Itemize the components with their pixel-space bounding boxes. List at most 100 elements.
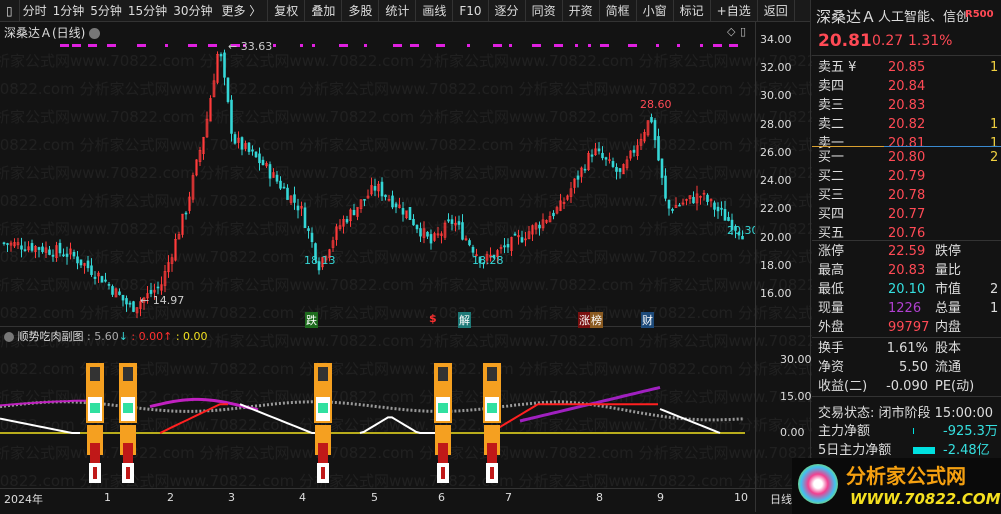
panel-divider — [810, 0, 811, 514]
candle — [506, 244, 510, 248]
candle — [58, 242, 62, 254]
candle — [720, 207, 723, 210]
signal-mark — [729, 44, 738, 47]
price-annotation: 18.13 — [304, 254, 336, 267]
price-tick: 20.00 — [760, 230, 792, 244]
signal-mark — [312, 44, 315, 47]
candle — [100, 276, 104, 283]
signal-mark — [554, 44, 563, 47]
price-annotation: 20.30 — [727, 224, 755, 237]
candle — [118, 291, 121, 295]
signal-mark — [588, 44, 591, 47]
signal-mark — [273, 44, 276, 47]
candlestick-chart[interactable]: ← 33.63 ← 14.97 28.60 18.13 18.28 20.30 — [0, 22, 755, 326]
signal-mark — [364, 44, 367, 47]
candle — [415, 224, 419, 230]
stat-label-2: 跌停 — [935, 244, 962, 259]
order-price: 20.82 — [888, 117, 926, 132]
candle — [48, 249, 51, 255]
candle — [41, 246, 44, 253]
sub-indicator-chart[interactable] — [0, 345, 755, 487]
candle — [268, 164, 272, 179]
signal-mark — [436, 44, 445, 47]
candle — [664, 175, 667, 199]
candle — [307, 228, 310, 231]
robot-signal-icon — [479, 363, 505, 485]
logo-text: 分析家公式网 — [846, 464, 966, 488]
collapse-icon[interactable] — [4, 332, 14, 342]
stat-label: 涨停 — [818, 244, 845, 259]
quote-panel: 深桑达Ａ 人工智能、信创 R500 20.81 0.27 1.31% 卖五 ¥ 2… — [792, 0, 1001, 514]
candle — [261, 159, 265, 166]
flow-value: -925.3万 — [943, 424, 998, 439]
order-price: 20.77 — [888, 207, 926, 222]
period-label[interactable]: 日线 — [770, 491, 792, 507]
stat-label: 净资 — [818, 360, 845, 375]
candle — [373, 186, 377, 191]
r500-badge: R500 — [965, 9, 994, 20]
candle — [611, 161, 615, 167]
trading-status: 闭市阶段 15:00:00 — [878, 406, 994, 421]
order-book-row: 买一 20.80 2 — [818, 148, 1001, 167]
candle — [279, 180, 282, 189]
stat-value: 20.10 — [888, 282, 926, 297]
candle — [286, 187, 289, 200]
sub-axis-tick: 0.00 — [780, 426, 805, 439]
candle — [632, 149, 636, 153]
candle — [293, 194, 296, 203]
candle — [604, 157, 608, 160]
stat-label-2: 内盘 — [935, 320, 962, 335]
robot-signal-icon — [115, 363, 141, 485]
flow-bar — [913, 447, 935, 454]
signal-mark — [656, 44, 659, 47]
candle — [723, 208, 727, 221]
event-tag[interactable]: $ — [428, 312, 438, 325]
price-tick: 28.00 — [760, 117, 792, 131]
signal-mark — [575, 44, 578, 47]
stat-row: 换手 1.61% 股本 — [818, 339, 1001, 358]
candle — [520, 237, 524, 243]
candle — [65, 253, 69, 257]
order-level-label: 买二 — [818, 169, 845, 184]
candle — [419, 228, 422, 237]
event-tag[interactable]: 解 — [458, 312, 471, 328]
candle — [156, 286, 160, 289]
candle — [706, 194, 709, 202]
signal-mark — [493, 44, 502, 47]
candle — [128, 302, 132, 305]
stat-row: 收益(二) -0.090 PE(动) — [818, 377, 1001, 396]
stat-label: 换手 — [818, 341, 845, 356]
month-label: 5 — [371, 491, 378, 504]
stat-value: 99797 — [888, 320, 930, 335]
stat-value: 5.50 — [899, 360, 928, 375]
signal-mark — [600, 44, 609, 47]
candle — [275, 174, 279, 182]
stat-row: 涨停 22.59 跌停 — [818, 242, 1001, 261]
indicator-value-1: : 5.60 — [87, 330, 119, 343]
candle — [23, 249, 27, 251]
event-tag[interactable]: 跌 — [305, 312, 318, 328]
signal-mark — [137, 44, 146, 47]
candle — [615, 166, 618, 172]
signal-mark — [165, 44, 168, 47]
order-price: 20.84 — [888, 79, 926, 94]
stat-value: 22.59 — [888, 244, 926, 259]
pane-divider — [0, 326, 810, 327]
stat-row: 现量 1226 总量 1 — [818, 299, 1001, 318]
candle — [538, 224, 541, 229]
month-label: 9 — [657, 491, 664, 504]
event-tag[interactable]: 财 — [641, 312, 654, 328]
candle — [282, 186, 286, 189]
candle — [79, 259, 83, 266]
candle — [30, 243, 34, 251]
stat-label-2: 股本 — [935, 341, 962, 356]
candle — [72, 252, 76, 257]
sub-axis-tick: 30.00 — [780, 353, 812, 366]
month-label: 7 — [505, 491, 512, 504]
stat-value: 1226 — [888, 301, 922, 316]
candle — [576, 175, 580, 180]
date-divider — [0, 488, 810, 489]
candle — [450, 219, 454, 224]
event-tag[interactable]: 榜 — [590, 312, 603, 328]
candle — [657, 136, 660, 161]
